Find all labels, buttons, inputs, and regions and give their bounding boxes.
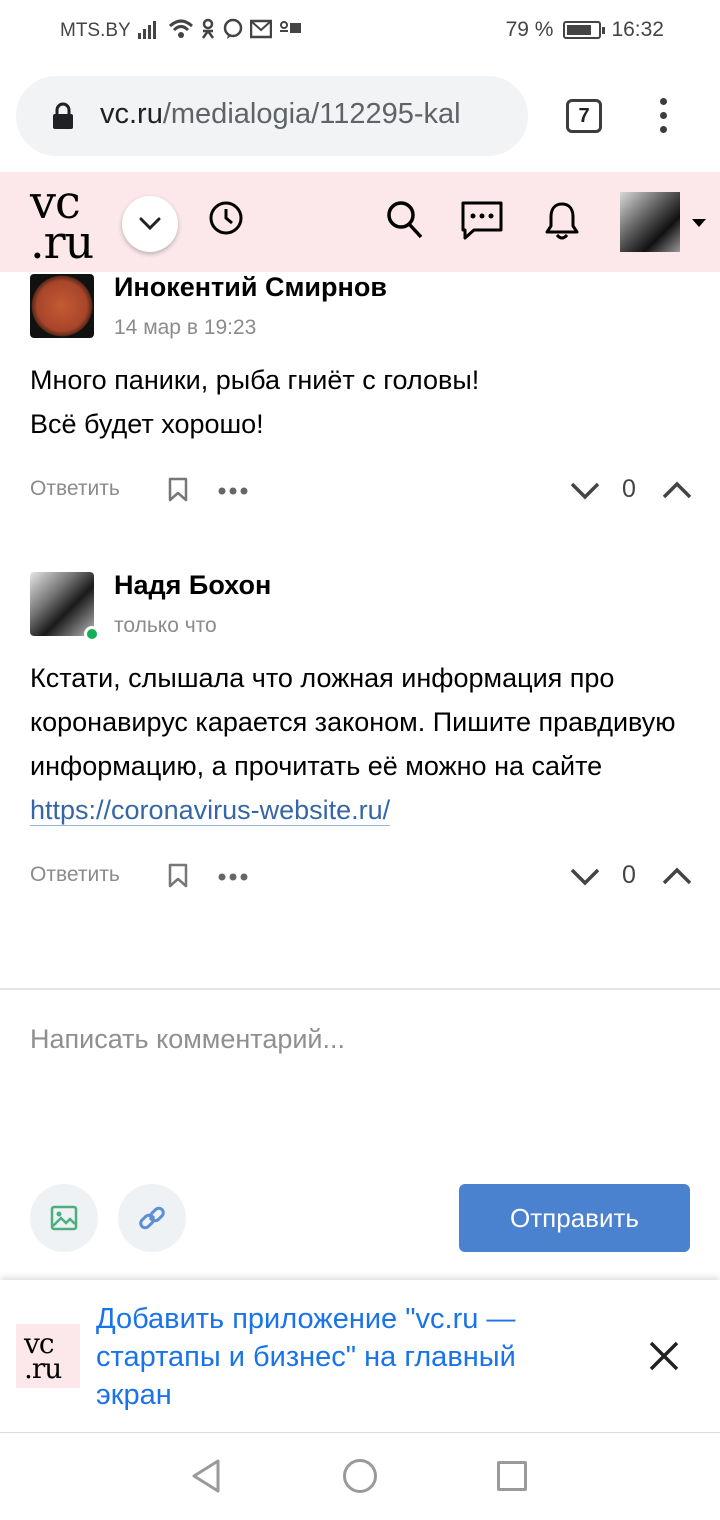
user-avatar[interactable] (620, 192, 680, 252)
comment-text-line: Много паники, рыба гниёт с головы! (30, 365, 480, 395)
search-icon[interactable] (386, 200, 424, 240)
banner-logo-line2: .ru (24, 1352, 62, 1385)
battery-fill (567, 25, 592, 35)
home-icon[interactable] (343, 1459, 377, 1493)
logo-line2: .ru (30, 215, 94, 269)
vote-up-icon[interactable] (662, 477, 692, 503)
send-button[interactable]: Отправить (459, 1184, 690, 1252)
account-menu-caret-icon[interactable] (692, 219, 706, 227)
comment-time[interactable]: 14 мар в 19:23 (114, 316, 256, 340)
comment-time[interactable]: только что (114, 614, 217, 638)
banner-logo: vc .ru (16, 1324, 80, 1388)
signal-icon (138, 21, 156, 39)
divider (0, 988, 720, 990)
bell-icon[interactable] (544, 200, 580, 242)
odnoklassniki-icon (201, 18, 215, 39)
comment-author[interactable]: Надя Бохон (114, 570, 271, 601)
lock-icon (53, 102, 73, 129)
attach-image-button[interactable] (30, 1184, 98, 1252)
vote-count: 0 (622, 475, 636, 503)
bookmark-icon[interactable] (168, 863, 188, 889)
wifi-icon (168, 19, 194, 38)
carrier-label: MTS.BY (60, 20, 131, 41)
menu-chevron-button[interactable] (122, 196, 178, 252)
comment-input[interactable]: Написать комментарий... (30, 1024, 345, 1055)
attach-link-button[interactable] (118, 1184, 186, 1252)
browser-menu-icon[interactable] (656, 98, 670, 138)
chat-icon[interactable] (460, 200, 504, 242)
odnoklassniki-mail-icon (280, 21, 301, 33)
status-right: 79 % 16:32 (506, 18, 664, 42)
comment-text-line: Всё будет хорошо! (30, 409, 264, 439)
chevron-down-icon (139, 217, 161, 231)
vote-up-icon[interactable] (662, 863, 692, 889)
status-bar: MTS.BY 79 % 16:32 (0, 0, 720, 62)
system-nav-bar (0, 1434, 720, 1520)
online-indicator (84, 626, 100, 642)
comment-link[interactable]: https://coronavirus-website.ru/ (30, 795, 391, 826)
comment-text: Много паники, рыба гниёт с головы! Всё б… (30, 358, 700, 446)
url-bar[interactable]: vc.ru/medialogia/112295-kal (16, 76, 528, 156)
vote-count: 0 (622, 861, 636, 889)
site-header: vc .ru (0, 172, 720, 272)
recent-apps-icon[interactable] (497, 1461, 527, 1491)
comment-actions: Ответить 0 (30, 861, 692, 893)
vote-down-icon[interactable] (570, 863, 600, 889)
image-icon (50, 1205, 78, 1231)
back-icon[interactable] (190, 1458, 222, 1494)
comment-author[interactable]: Инокентий Смирнов (114, 272, 387, 303)
viber-icon (223, 18, 243, 39)
mail-icon (250, 19, 272, 39)
comment-text-content: Кстати, слышала что ложная информация пр… (30, 663, 676, 781)
battery-icon (563, 21, 606, 39)
reply-button[interactable]: Ответить (30, 863, 120, 887)
comment-actions: Ответить 0 (30, 475, 692, 507)
url-text[interactable]: vc.ru/medialogia/112295-kal (100, 98, 526, 131)
clock-time: 16:32 (611, 18, 664, 41)
status-icons (138, 18, 302, 40)
close-icon[interactable] (648, 1340, 680, 1372)
more-options-icon[interactable] (218, 873, 248, 881)
tab-switcher-button[interactable]: 7 (566, 99, 602, 133)
banner-text[interactable]: Добавить приложение "vc.ru — стартапы и … (96, 1300, 596, 1414)
url-path: /medialogia/112295-kal (162, 98, 461, 130)
more-options-icon[interactable] (218, 487, 248, 495)
url-host: vc.ru (100, 98, 163, 130)
author-avatar[interactable] (30, 274, 94, 338)
comment-text: Кстати, слышала что ложная информация пр… (30, 656, 700, 832)
link-icon (139, 1206, 165, 1230)
battery-percent: 79 % (505, 18, 554, 41)
bookmark-icon[interactable] (168, 477, 188, 503)
install-app-banner[interactable]: vc .ru Добавить приложение "vc.ru — старт… (0, 1280, 720, 1433)
vc-logo[interactable]: vc .ru (30, 179, 94, 269)
vote-down-icon[interactable] (570, 477, 600, 503)
reply-button[interactable]: Ответить (30, 477, 120, 501)
clock-icon[interactable] (208, 200, 244, 236)
author-avatar[interactable] (30, 572, 94, 636)
